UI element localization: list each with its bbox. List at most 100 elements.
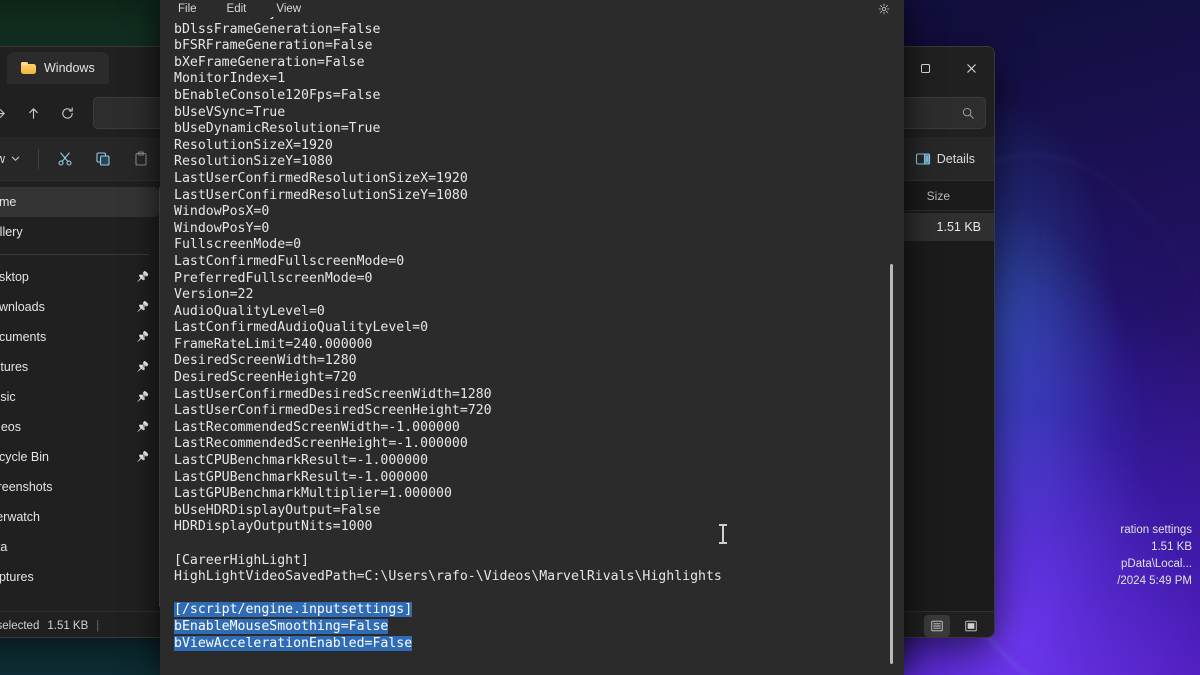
details-pane-icon bbox=[915, 151, 931, 167]
scissors-icon bbox=[57, 151, 73, 167]
sidebar-item-music[interactable]: Music📌 bbox=[0, 382, 159, 412]
status-selection: 1 item selected bbox=[0, 620, 39, 632]
pin-icon[interactable]: 📌 bbox=[137, 302, 149, 313]
details-pane-label: Details bbox=[937, 152, 975, 166]
copy-button[interactable] bbox=[86, 144, 120, 174]
sidebar-item-label: Videos bbox=[0, 420, 127, 434]
sidebar-item-captures[interactable]: Captures bbox=[0, 562, 159, 592]
sidebar-item-label: Pictures bbox=[0, 360, 127, 374]
folder-icon bbox=[21, 62, 36, 74]
editor-line: LastUserConfirmedResolutionSizeY=1080 bbox=[174, 188, 904, 205]
pin-icon[interactable]: 📌 bbox=[137, 392, 149, 403]
editor-line: bUseDynamicResolution=True bbox=[174, 121, 904, 138]
editor-line: LastUserConfirmedResolutionSizeX=1920 bbox=[174, 171, 904, 188]
sidebar-item-data[interactable]: data bbox=[0, 532, 159, 562]
sidebar-item-documents[interactable]: Documents 📌 bbox=[0, 322, 159, 352]
menu-file[interactable]: File bbox=[178, 3, 197, 15]
editor-line: HDRDisplayOutputNits=1000 bbox=[174, 519, 904, 536]
desktop-teal-band bbox=[0, 637, 160, 675]
gear-icon[interactable] bbox=[878, 0, 890, 17]
editor-content[interactable]: bXeLowLatency=FalsebDlssFrameGeneration=… bbox=[160, 17, 904, 652]
editor-line: HighLightVideoSavedPath=C:\Users\rafo-\V… bbox=[174, 569, 904, 586]
menu-edit[interactable]: Edit bbox=[227, 3, 247, 15]
file-size-overflow: 1.51 KB bbox=[1074, 539, 1192, 556]
large-icons-view-icon[interactable] bbox=[958, 615, 984, 637]
sidebar-item-screenshots[interactable]: Screenshots bbox=[0, 472, 159, 502]
explorer-tab-label: Windows bbox=[44, 61, 95, 75]
menu-view[interactable]: View bbox=[276, 3, 301, 15]
pin-icon[interactable]: 📌 bbox=[137, 422, 149, 433]
editor-line: bUseHDRDisplayOutput=False bbox=[174, 503, 904, 520]
editor-line: LastUserConfirmedDesiredScreenHeight=720 bbox=[174, 403, 904, 420]
pin-icon[interactable]: 📌 bbox=[137, 272, 149, 283]
paste-button[interactable] bbox=[124, 144, 158, 174]
editor-text-area[interactable]: bXeLowLatency=FalsebDlssFrameGeneration=… bbox=[160, 17, 904, 675]
editor-line: bViewAccelerationEnabled=False bbox=[174, 636, 904, 653]
sidebar-item-label: Downloads bbox=[0, 300, 127, 314]
sidebar-item-overwatch[interactable]: overwatch bbox=[0, 502, 159, 532]
selected-text: bEnableMouseSmoothing=False bbox=[174, 619, 388, 634]
editor-line: FullscreenMode=0 bbox=[174, 237, 904, 254]
editor-line: DesiredScreenWidth=1280 bbox=[174, 353, 904, 370]
editor-line bbox=[174, 536, 904, 553]
sidebar-item-pictures[interactable]: Pictures 📌 bbox=[0, 352, 159, 382]
sidebar-item-desktop[interactable]: Desktop 📌 bbox=[0, 262, 159, 292]
editor-line: bEnableConsole120Fps=False bbox=[174, 88, 904, 105]
sidebar-item-home[interactable]: Home bbox=[0, 187, 159, 217]
editor-line: bXeFrameGeneration=False bbox=[174, 55, 904, 72]
editor-line: PreferredFullscreenMode=0 bbox=[174, 271, 904, 288]
new-button[interactable]: New bbox=[0, 144, 29, 174]
sidebar-item-label: Home bbox=[0, 195, 149, 209]
close-icon[interactable] bbox=[948, 47, 994, 89]
editor-line: LastRecommendedScreenHeight=-1.000000 bbox=[174, 436, 904, 453]
toolbar-divider bbox=[38, 149, 39, 169]
pin-icon[interactable]: 📌 bbox=[137, 452, 149, 463]
sidebar-item-label: Recycle Bin bbox=[0, 450, 127, 464]
desktop-green-band bbox=[0, 0, 160, 52]
forward-arrow-icon[interactable] bbox=[0, 97, 15, 129]
refresh-icon[interactable] bbox=[51, 97, 83, 129]
file-path-overflow: pData\Local... bbox=[1074, 556, 1192, 573]
editor-line: LastConfirmedAudioQualityLevel=0 bbox=[174, 320, 904, 337]
selected-text: bViewAccelerationEnabled=False bbox=[174, 636, 412, 651]
vertical-scrollbar[interactable] bbox=[890, 264, 893, 664]
details-view-icon[interactable] bbox=[924, 615, 950, 637]
editor-menubar: File Edit View bbox=[160, 0, 904, 17]
search-icon bbox=[961, 106, 975, 120]
sidebar-item-label: data bbox=[0, 540, 149, 554]
file-type-overflow: ration settings bbox=[1074, 522, 1192, 539]
editor-line: ResolutionSizeX=1920 bbox=[174, 138, 904, 155]
editor-line: MonitorIndex=1 bbox=[174, 71, 904, 88]
detail-column-overflow: ration settings 1.51 KB pData\Local... /… bbox=[1074, 522, 1192, 590]
sidebar-item-label: overwatch bbox=[0, 510, 149, 524]
sidebar-item-label: Documents bbox=[0, 330, 127, 344]
screen-root: Windows bbox=[0, 0, 1200, 675]
status-size: 1.51 KB bbox=[47, 620, 88, 632]
text-editor-window: File Edit View bXeLowLatency=FalsebDlssF… bbox=[160, 0, 904, 675]
status-separator-right: | bbox=[96, 620, 99, 632]
paste-icon bbox=[133, 151, 149, 167]
editor-line: LastRecommendedScreenWidth=-1.000000 bbox=[174, 420, 904, 437]
sidebar-item-label: Desktop bbox=[0, 270, 127, 284]
editor-line: ResolutionSizeY=1080 bbox=[174, 154, 904, 171]
selected-text: [/script/engine.inputsettings] bbox=[174, 602, 412, 617]
sidebar-item-label: Screenshots bbox=[0, 480, 149, 494]
sidebar-item-downloads[interactable]: Downloads 📌 bbox=[0, 292, 159, 322]
sidebar-item-label: Gallery bbox=[0, 225, 149, 239]
cut-button[interactable] bbox=[48, 144, 82, 174]
chevron-down-icon bbox=[11, 154, 20, 163]
editor-line: FrameRateLimit=240.000000 bbox=[174, 337, 904, 354]
explorer-sidebar: HomeGalleryDesktop📌Downloads📌Documents📌P… bbox=[0, 181, 165, 611]
editor-line: [CareerHighLight] bbox=[174, 553, 904, 570]
sidebar-item-gallery[interactable]: Gallery bbox=[0, 217, 159, 247]
maximize-icon[interactable] bbox=[902, 47, 948, 89]
editor-line: LastCPUBenchmarkResult=-1.000000 bbox=[174, 453, 904, 470]
sidebar-item-videos[interactable]: Videos 📌 bbox=[0, 412, 159, 442]
sidebar-item-recycle-bin[interactable]: Recycle Bin 📌 bbox=[0, 442, 159, 472]
details-pane-button[interactable]: Details bbox=[906, 144, 984, 174]
editor-line: [/script/engine.inputsettings] bbox=[174, 602, 904, 619]
pin-icon[interactable]: 📌 bbox=[137, 362, 149, 373]
pin-icon[interactable]: 📌 bbox=[137, 332, 149, 343]
up-arrow-icon[interactable] bbox=[17, 97, 49, 129]
explorer-tab-windows[interactable]: Windows bbox=[7, 52, 109, 84]
